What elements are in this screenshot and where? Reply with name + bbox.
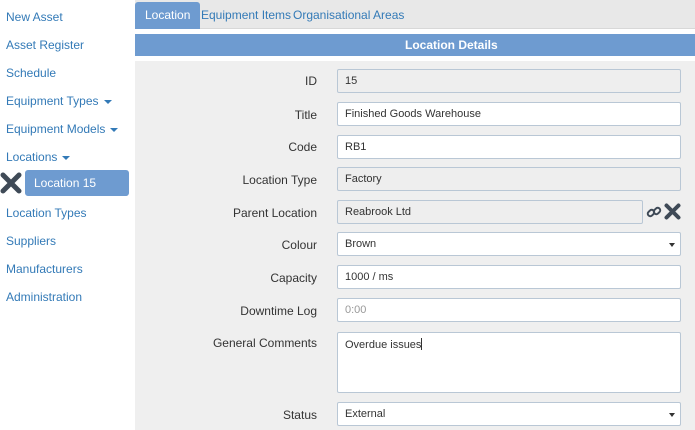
sidebar-item-label: Locations (6, 150, 58, 164)
title-label: Title (294, 108, 317, 122)
id-label: ID (305, 74, 317, 88)
sidebar-item-schedule[interactable]: Schedule (6, 66, 56, 80)
sidebar-item-location-15[interactable]: Location 15 (25, 170, 129, 196)
sidebar-item-equipment-models[interactable]: Equipment Models (6, 122, 119, 136)
status-select-value: External (345, 408, 386, 420)
clear-parent-icon[interactable] (664, 203, 681, 220)
sidebar-item-equipment-types[interactable]: Equipment Types (6, 94, 112, 108)
select-arrow-icon (669, 413, 675, 417)
panel-title: Location Details (135, 34, 695, 56)
sidebar-item-locations[interactable]: Locations (6, 150, 71, 164)
location-type-field: Factory (337, 167, 681, 191)
tab-bar: Location Equipment Items Organisational … (135, 0, 695, 29)
caret-down-icon (103, 99, 112, 104)
sidebar-item-location-types[interactable]: Location Types (6, 206, 87, 220)
close-icon[interactable] (0, 172, 22, 194)
general-comments-text: Overdue issues (345, 339, 422, 351)
title-field[interactable]: Finished Goods Warehouse (337, 102, 681, 126)
sidebar-item-asset-register[interactable]: Asset Register (6, 38, 84, 52)
colour-select-value: Brown (345, 238, 377, 250)
tab-organisational-areas[interactable]: Organisational Areas (283, 2, 414, 29)
sidebar-item-suppliers[interactable]: Suppliers (6, 234, 56, 248)
general-comments-label: General Comments (212, 336, 317, 350)
location-type-label: Location Type (242, 173, 317, 187)
sidebar-item-administration[interactable]: Administration (6, 290, 82, 304)
downtime-log-label: Downtime Log (240, 304, 317, 318)
status-label: Status (282, 408, 317, 422)
parent-location-label: Parent Location (232, 206, 317, 220)
select-arrow-icon (669, 243, 675, 247)
sidebar-item-manufacturers[interactable]: Manufacturers (6, 262, 83, 276)
capacity-field[interactable]: 1000 / ms (337, 265, 681, 289)
colour-select[interactable]: Brown (337, 232, 681, 256)
link-icon[interactable] (646, 204, 662, 220)
colour-label: Colour (281, 238, 317, 252)
parent-location-field: Reabrook Ltd (337, 200, 643, 224)
text-cursor (421, 338, 423, 350)
sidebar-item-new-asset[interactable]: New Asset (6, 10, 63, 24)
sidebar-item-label: Equipment Models (6, 122, 106, 136)
general-comments-textarea[interactable]: Overdue issues (337, 332, 681, 393)
status-select[interactable]: External (337, 402, 681, 426)
downtime-log-field[interactable]: 0:00 (337, 298, 681, 322)
id-field: 15 (337, 69, 681, 93)
capacity-label: Capacity (270, 271, 317, 285)
sidebar-active-location: Location 15 (0, 170, 130, 196)
caret-down-icon (110, 127, 119, 132)
code-label: Code (288, 140, 317, 154)
code-field[interactable]: RB1 (337, 135, 681, 159)
caret-down-icon (62, 155, 71, 160)
sidebar-item-label: Equipment Types (6, 94, 99, 108)
sidebar: New Asset Asset Register Schedule Equipm… (0, 0, 135, 430)
